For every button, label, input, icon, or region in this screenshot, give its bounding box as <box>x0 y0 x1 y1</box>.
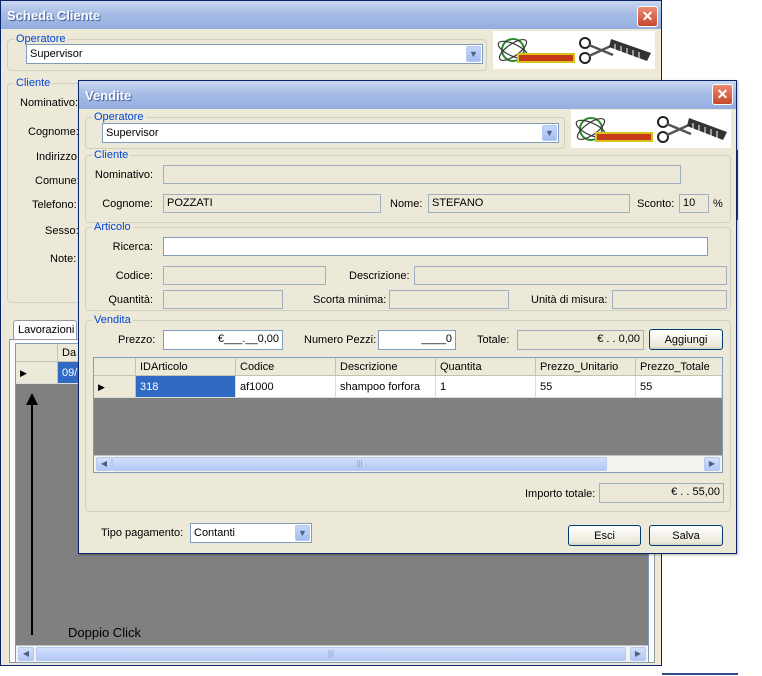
cell-idarticolo[interactable]: 318 <box>136 376 236 398</box>
vendite-logo <box>571 110 731 148</box>
back-grid-row-header[interactable]: ▶ <box>16 362 58 384</box>
scroll-left-icon[interactable]: ◀ <box>96 457 112 471</box>
aggiungi-button[interactable]: Aggiungi <box>649 329 723 350</box>
scroll-right-icon[interactable]: ▶ <box>630 647 646 661</box>
back-label-comune: Comune: <box>35 175 80 187</box>
column-header-prezzo-totale[interactable]: Prezzo_Totale <box>636 358 722 376</box>
back-operatore-value: Supervisor <box>30 48 83 60</box>
cell-codice[interactable]: af1000 <box>236 376 336 398</box>
row-pointer-icon: ▶ <box>98 382 105 392</box>
ricerca-input[interactable] <box>163 237 708 256</box>
codice-field[interactable] <box>163 266 326 285</box>
scorta-minima-field[interactable] <box>389 290 509 309</box>
quantita-field[interactable] <box>163 290 283 309</box>
vendite-window: Vendite ✕ Operatore Supervisor ▼ Cliente… <box>78 80 737 554</box>
salva-button[interactable]: Salva <box>649 525 723 546</box>
nominativo-label: Nominativo: <box>94 169 153 181</box>
column-header-codice[interactable]: Codice <box>236 358 336 376</box>
scorta-minima-label: Scorta minima: <box>313 294 387 306</box>
arrow-up-icon <box>26 393 38 635</box>
unita-misura-field[interactable] <box>612 290 727 309</box>
descrizione-field[interactable] <box>414 266 727 285</box>
cognome-field[interactable]: POZZATI <box>163 194 381 213</box>
cell-descrizione[interactable]: shampoo forfora <box>336 376 436 398</box>
nominativo-field[interactable] <box>163 165 681 184</box>
tipo-pagamento-select[interactable]: Contanti ▼ <box>190 523 312 543</box>
back-cliente-legend: Cliente <box>16 77 51 89</box>
back-logo <box>493 31 655 69</box>
codice-label: Codice: <box>115 270 153 282</box>
back-label-note: Note: <box>50 253 77 265</box>
column-header-idarticolo[interactable]: IDArticolo <box>136 358 236 376</box>
scheda-cliente-title: Scheda Cliente <box>7 8 101 23</box>
importo-totale-field[interactable]: € . . 55,00 <box>599 483 724 503</box>
totale-field[interactable]: € . . 0,00 <box>517 330 644 350</box>
grid-corner <box>94 358 136 376</box>
hairdresser-logo-icon <box>575 116 727 143</box>
sconto-field[interactable]: 10 <box>679 194 709 213</box>
vendita-legend: Vendita <box>94 314 131 326</box>
ricerca-label: Ricerca: <box>112 241 153 253</box>
tab-lavorazioni[interactable]: Lavorazioni <box>13 320 77 340</box>
cell-prezzo-unitario[interactable]: 55 <box>536 376 636 398</box>
scroll-left-icon[interactable]: ◀ <box>18 647 34 661</box>
sconto-label: Sconto: <box>637 198 675 210</box>
totale-label: Totale: <box>477 334 510 346</box>
sconto-percent: % <box>713 198 723 210</box>
column-header-prezzo-unitario[interactable]: Prezzo_Unitario <box>536 358 636 376</box>
row-pointer-icon: ▶ <box>20 368 27 378</box>
vendite-titlebar[interactable]: Vendite ✕ <box>79 81 736 109</box>
scheda-cliente-titlebar[interactable]: Scheda Cliente ✕ <box>1 1 661 29</box>
numero-pezzi-input[interactable]: ____0 <box>378 330 456 350</box>
back-operatore-select[interactable]: Supervisor ▼ <box>26 44 483 64</box>
scroll-right-icon[interactable]: ▶ <box>704 457 720 471</box>
back-scroll-thumb[interactable]: ||| <box>36 647 626 661</box>
annotation-doppio-click: Doppio Click <box>68 625 141 640</box>
tipo-pagamento-value: Contanti <box>194 527 235 539</box>
esci-button[interactable]: Esci <box>568 525 641 546</box>
descrizione-label: Descrizione: <box>349 270 410 282</box>
hairdresser-logo-icon <box>497 37 651 64</box>
vendite-close-button[interactable]: ✕ <box>712 84 733 105</box>
background-edge-line <box>662 673 738 675</box>
back-grid-corner <box>16 344 58 362</box>
operatore-value: Supervisor <box>106 127 159 139</box>
operatore-select[interactable]: Supervisor ▼ <box>102 123 559 143</box>
back-label-telefono: Telefono: <box>32 199 77 211</box>
back-label-nominativo: Nominativo: <box>20 97 79 109</box>
scheda-cliente-close-button[interactable]: ✕ <box>637 6 658 27</box>
prezzo-input[interactable]: €___.__0,00 <box>163 330 283 350</box>
column-header-quantita[interactable]: Quantita <box>436 358 536 376</box>
vendita-grid-hscrollbar[interactable]: ◀ ||| ▶ <box>94 455 722 472</box>
back-label-cognome: Cognome: <box>28 126 79 138</box>
chevron-down-icon[interactable]: ▼ <box>542 125 557 141</box>
chevron-down-icon[interactable]: ▼ <box>466 46 481 62</box>
numero-pezzi-label: Numero Pezzi: <box>304 334 377 346</box>
column-header-descrizione[interactable]: Descrizione <box>336 358 436 376</box>
back-grid-hscrollbar[interactable]: ◀ ||| ▶ <box>16 645 648 662</box>
nome-label: Nome: <box>390 198 423 210</box>
chevron-down-icon[interactable]: ▼ <box>295 525 310 541</box>
tab-lavorazioni-label: Lavorazioni <box>18 324 75 336</box>
back-label-indirizzo: Indirizzo: <box>36 151 81 163</box>
back-label-sesso: Sesso: <box>45 225 79 237</box>
articolo-legend: Articolo <box>94 221 131 233</box>
quantita-label: Quantità: <box>108 294 153 306</box>
row-header[interactable]: ▶ <box>94 376 136 398</box>
unita-misura-label: Unità di misura: <box>531 294 608 306</box>
importo-totale-label: Importo totale: <box>525 488 596 500</box>
operatore-legend: Operatore <box>94 111 144 123</box>
cell-quantita[interactable]: 1 <box>436 376 536 398</box>
cognome-label: Cognome: <box>102 198 153 210</box>
vendita-scroll-thumb[interactable]: ||| <box>112 457 607 471</box>
vendite-title: Vendite <box>85 88 132 103</box>
tipo-pagamento-label: Tipo pagamento: <box>101 527 184 539</box>
cell-prezzo-totale[interactable]: 55 <box>636 376 722 398</box>
vendita-grid[interactable]: IDArticolo Codice Descrizione Quantita P… <box>93 357 723 473</box>
nome-field[interactable]: STEFANO <box>428 194 630 213</box>
cliente-legend: Cliente <box>94 149 129 161</box>
prezzo-label: Prezzo: <box>118 334 156 346</box>
